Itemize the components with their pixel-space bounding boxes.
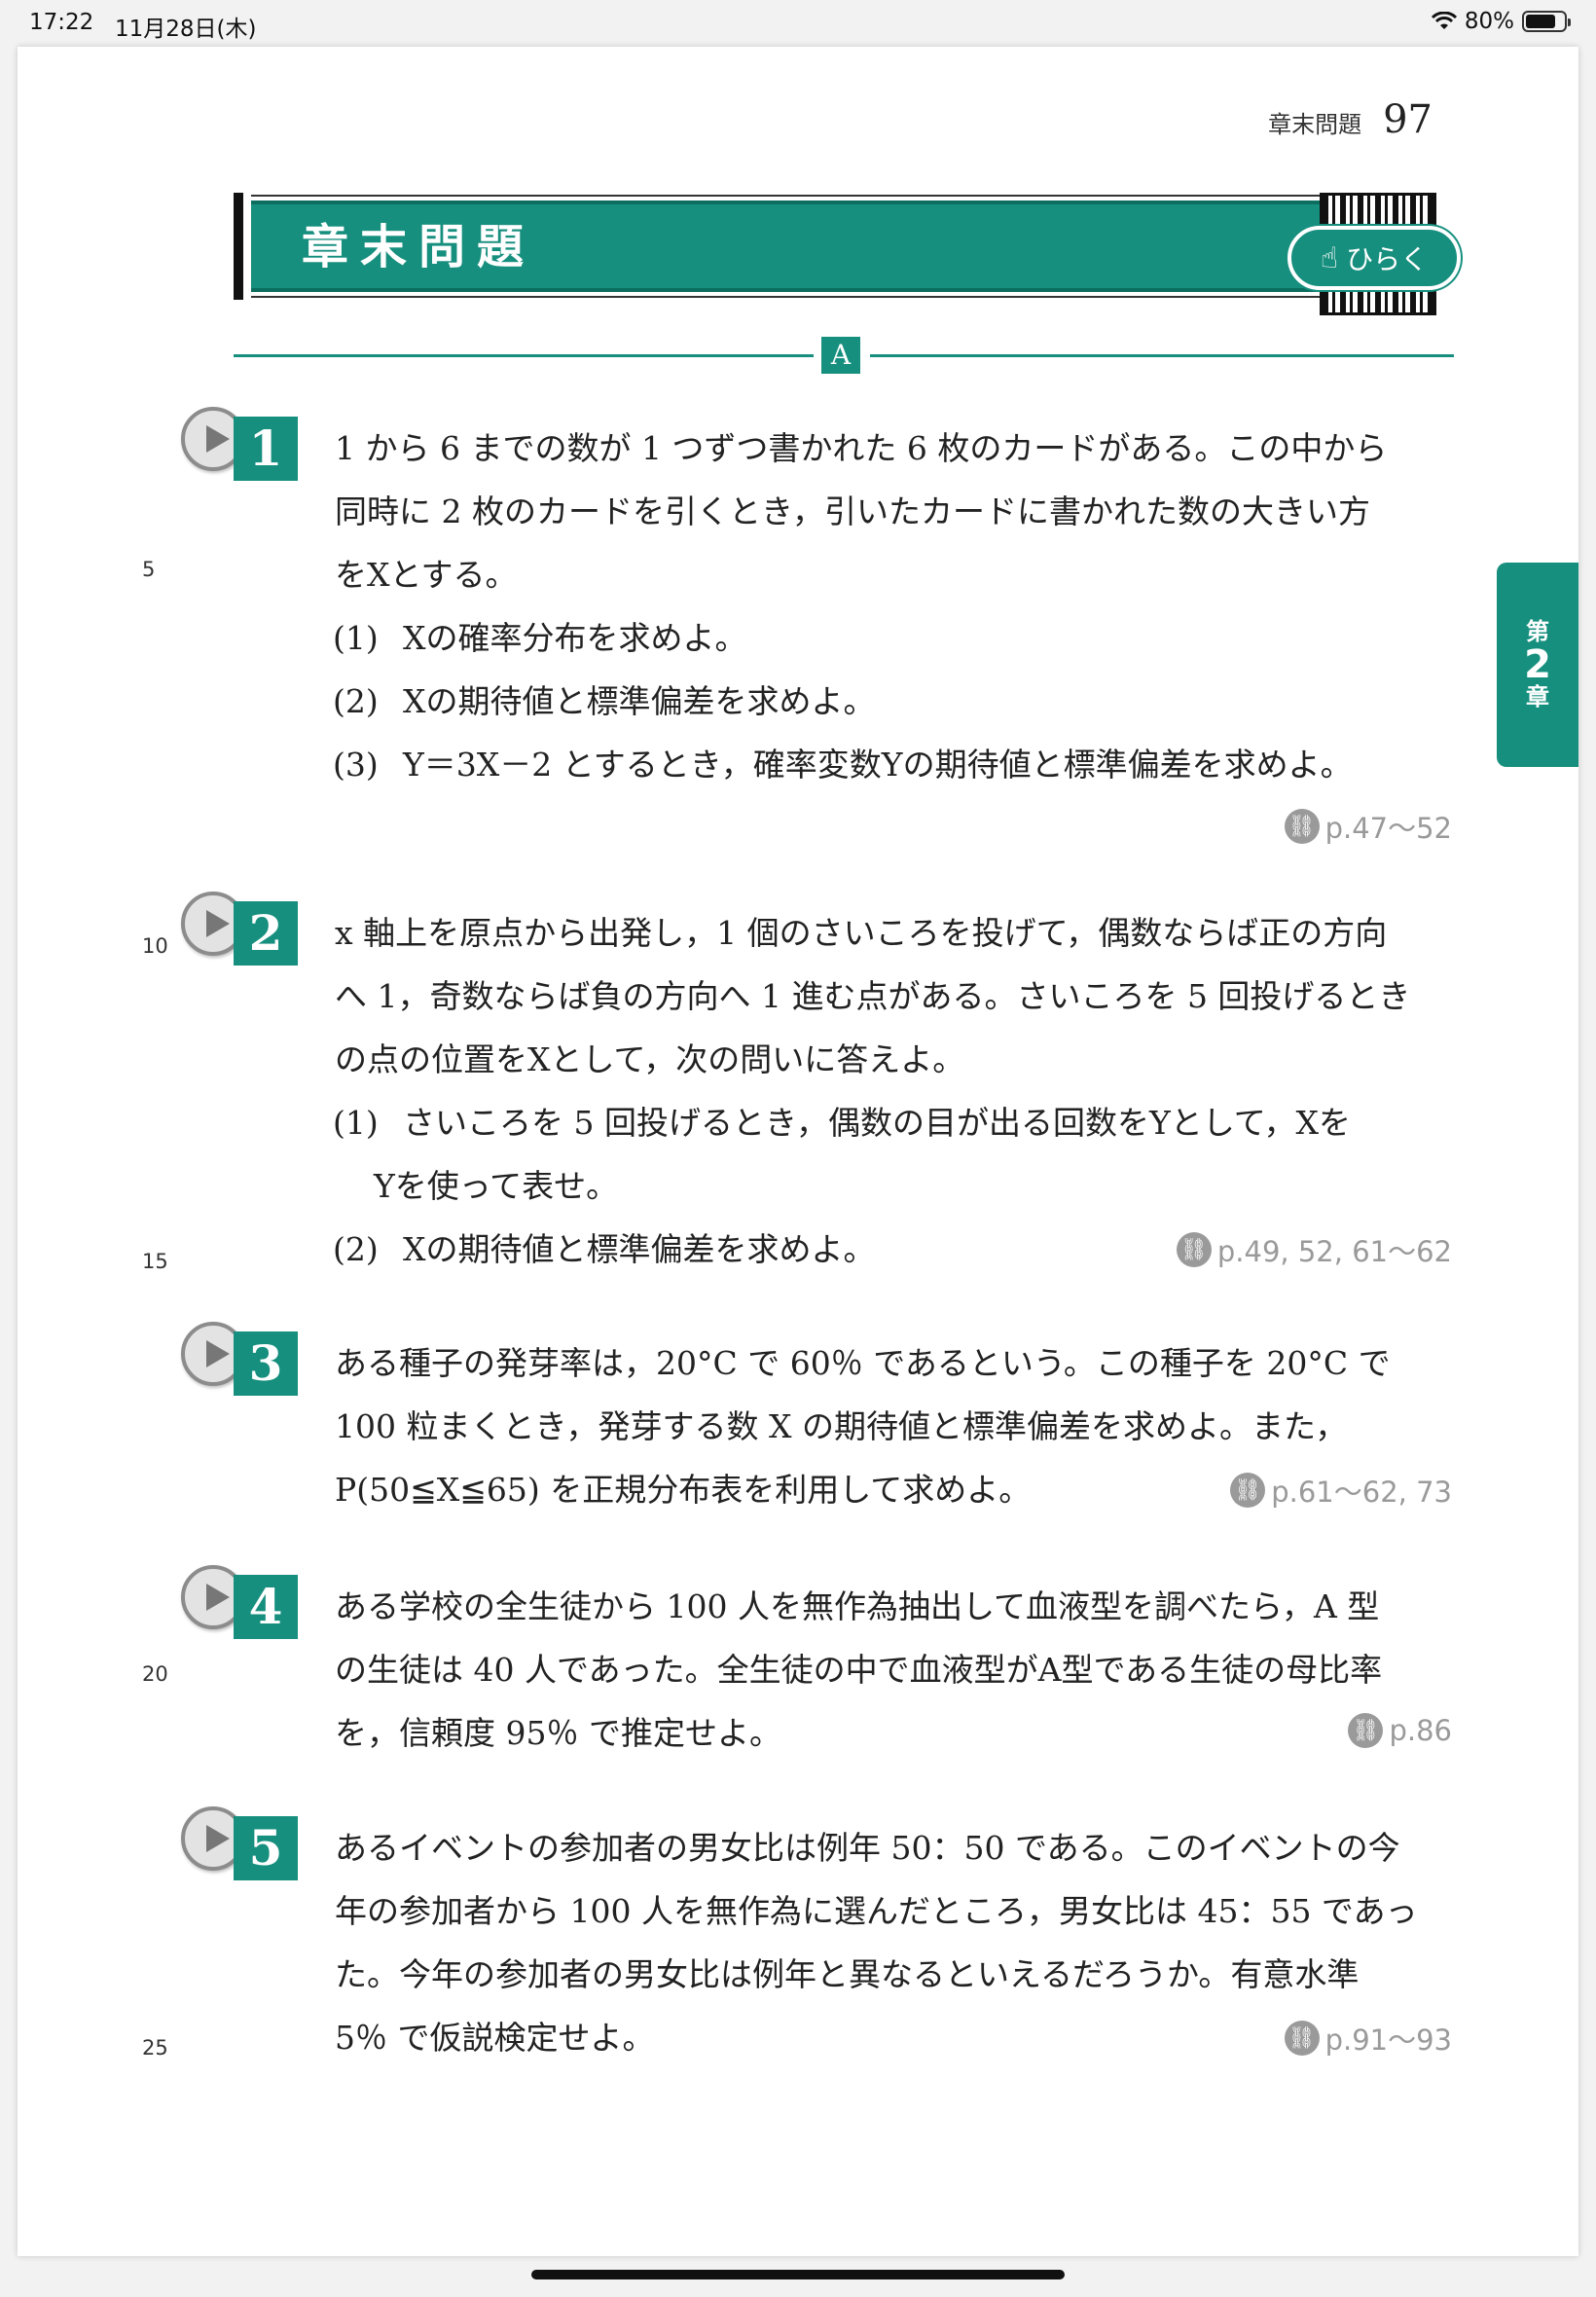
chapter-title-band: 章末問題: [234, 193, 1333, 300]
problem-text: ある学校の全生徒から 100 人を無作為抽出して血液型を調べたら，A 型 の生徒…: [335, 1575, 1464, 1765]
home-indicator[interactable]: [531, 2270, 1065, 2279]
reference-text: p.47〜52: [1324, 812, 1452, 845]
tap-hand-icon: ☝: [1320, 240, 1339, 275]
text-line: 1 から 6 までの数が 1 つずつ書かれた 6 枚のカードがある。この中から: [335, 429, 1388, 467]
status-date: 11月28日(木): [115, 17, 257, 42]
chapter-title: 章末問題: [302, 220, 536, 274]
sub-question-text: さいころを 5 回投げるとき，偶数の目が出る回数をYとして，Xを: [403, 1104, 1351, 1142]
sub-question-label: (2): [333, 1230, 379, 1268]
reference-text: p.91〜93: [1324, 2024, 1452, 2057]
sub-question-label: (3): [333, 746, 379, 784]
text-line: 同時に 2 枚のカードを引くとき，引いたカードに書かれた数の大きい方: [335, 492, 1370, 530]
reference-link[interactable]: ⛓ p.47〜52: [1284, 806, 1452, 847]
reference-link[interactable]: ⛓ p.61〜62, 73: [1230, 1470, 1452, 1511]
running-head: 章末問題 97: [1268, 97, 1433, 142]
sub-question-text: Xの期待値と標準偏差を求めよ。: [403, 682, 876, 720]
chapter-side-tab[interactable]: 第 2 章: [1497, 563, 1578, 767]
side-tab-part1: 第: [1526, 617, 1549, 645]
status-right: 80%: [1431, 9, 1571, 34]
sub-question-text: Xの確率分布を求めよ。: [403, 619, 747, 657]
text-line: x 軸上を原点から出発し，1 個のさいころを投げて，偶数ならば正の方向: [335, 914, 1388, 952]
sub-question-text: Xの期待値と標準偏差を求めよ。: [403, 1230, 876, 1268]
sub-question: (1) Xの確率分布を求めよ。: [333, 606, 747, 670]
status-bar: 17:22 11月28日(木) 80%: [0, 0, 1596, 47]
text-line: の生徒は 40 人であった。全生徒の中で血液型がA型である生徒の母比率: [335, 1651, 1383, 1689]
text-line: ある学校の全生徒から 100 人を無作為抽出して血液型を調べたら，A 型: [335, 1587, 1380, 1625]
sub-question-text: Y＝3X－2 とするとき，確率変数Yの期待値と標準偏差を求めよ。: [403, 746, 1353, 784]
battery-icon: [1522, 11, 1571, 32]
title-top-rule: [251, 195, 1333, 197]
qr-code-top[interactable]: [1320, 193, 1436, 228]
link-icon: ⛓: [1284, 2021, 1320, 2056]
problem-number: 1: [234, 417, 298, 481]
page-number: 97: [1383, 97, 1433, 142]
running-head-label: 章末問題: [1268, 111, 1362, 138]
text-line: を，信頼度 95％ で推定せよ。: [335, 1714, 781, 1752]
sub-question-continuation: Yを使って表せ。: [374, 1167, 619, 1205]
wifi-icon: [1431, 12, 1457, 29]
problem-number: 3: [234, 1331, 298, 1396]
problem-number: 5: [234, 1816, 298, 1880]
sub-question: (3) Y＝3X－2 とするとき，確率変数Yの期待値と標準偏差を求めよ。: [333, 733, 1353, 796]
status-time: 17:22: [29, 10, 94, 35]
text-line: をXとする。: [335, 556, 518, 594]
reference-link[interactable]: ⛓ p.86: [1348, 1713, 1452, 1748]
title-bottom-rule: [251, 296, 1333, 298]
link-icon: ⛓: [1230, 1473, 1266, 1508]
battery-percent: 80%: [1464, 9, 1514, 34]
sub-question-label: (1): [333, 1104, 379, 1142]
line-number: 15: [142, 1250, 168, 1273]
link-icon: ⛓: [1176, 1232, 1212, 1267]
sub-question: (2) Xの期待値と標準偏差を求めよ。: [333, 1218, 876, 1281]
section-rule-left: [234, 354, 814, 357]
sub-question: (2) Xの期待値と標準偏差を求めよ。: [333, 670, 876, 733]
line-number: 20: [142, 1662, 168, 1686]
link-icon: ⛓: [1348, 1713, 1384, 1748]
text-line: ある種子の発芽率は，20°C で 60％ であるという。この種子を 20°C で: [335, 1344, 1391, 1382]
problem-text: x 軸上を原点から出発し，1 個のさいころを投げて，偶数ならば正の方向 へ 1，…: [335, 901, 1464, 1091]
link-icon: ⛓: [1284, 809, 1320, 844]
book-page[interactable]: 章末問題 97 章末問題 ☝ ひらく A 第 2 章 5 10 15 20 25…: [18, 47, 1578, 2256]
reference-text: p.86: [1389, 1714, 1452, 1747]
section-rule-right: [870, 354, 1454, 357]
sub-question-label: (2): [333, 682, 379, 720]
text-line: あるイベントの参加者の男女比は例年 50：50 である。このイベントの今: [335, 1829, 1400, 1867]
text-line: 100 粒まくとき，発芽する数 X の期待値と標準偏差を求めよ。また，: [335, 1407, 1348, 1445]
reference-link[interactable]: ⛓ p.91〜93: [1284, 2018, 1452, 2059]
reference-text: p.49, 52, 61〜62: [1216, 1235, 1452, 1268]
open-button[interactable]: ☝ ひらく: [1288, 226, 1461, 290]
title-left-bar: [234, 193, 243, 300]
line-number: 25: [142, 2036, 168, 2060]
text-line: た。今年の参加者の男女比は例年と異なるといえるだろうか。有意水準: [335, 1955, 1360, 1993]
side-tab-number: 2: [1524, 642, 1551, 687]
sub-question: (1) さいころを 5 回投げるとき，偶数の目が出る回数をYとして，Xを: [333, 1091, 1351, 1154]
line-number: 5: [142, 558, 156, 581]
sub-question-label: (1): [333, 619, 379, 657]
side-tab-part3: 章: [1526, 683, 1549, 711]
open-button-label: ひらく: [1346, 243, 1429, 275]
problem-number: 2: [234, 901, 298, 966]
text-line: の点の位置をXとして，次の問いに答えよ。: [335, 1040, 965, 1078]
problem-text: 1 から 6 までの数が 1 つずつ書かれた 6 枚のカードがある。この中から …: [335, 417, 1464, 606]
text-line: へ 1，奇数ならば負の方向へ 1 進む点がある。さいころを 5 回投げるとき: [335, 977, 1411, 1015]
text-line: 年の参加者から 100 人を無作為に選んだところ，男女比は 45：55 であっ: [335, 1892, 1418, 1930]
section-badge: A: [821, 337, 860, 374]
problem-number: 4: [234, 1575, 298, 1639]
reference-text: p.61〜62, 73: [1271, 1476, 1452, 1509]
reference-link[interactable]: ⛓ p.49, 52, 61〜62: [1176, 1229, 1452, 1270]
line-number: 10: [142, 934, 168, 958]
